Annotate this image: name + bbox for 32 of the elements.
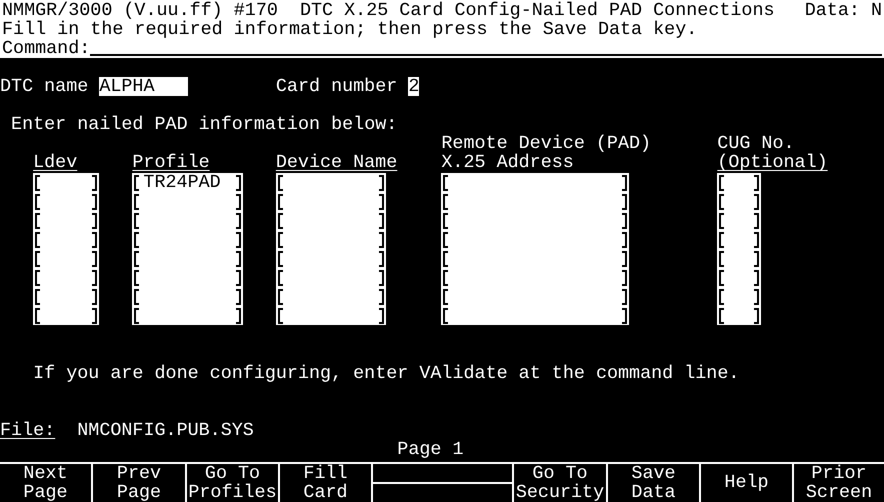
column-heading: Remote Device (PAD) [441, 134, 652, 154]
instruction-note: If you are done configuring, enter VAlidate at the command line. [33, 364, 740, 383]
status-message: Fill in the required information; then press the Save Data key. [2, 20, 698, 39]
screen-title: NMMGR/3000 (V.uu.ff) #170 DTC X.25 Card Config-Nailed PAD Connections [2, 1, 775, 20]
dtc-name-label: DTC name [0, 77, 88, 96]
file-label: File: [0, 420, 56, 440]
input-field[interactable] [441, 306, 629, 326]
column-heading: (Optional) [717, 153, 828, 173]
command-label: Command: [2, 39, 90, 58]
dtc-name-field[interactable]: ALPHA [99, 77, 188, 96]
function-key[interactable]: Go To Security [514, 464, 608, 502]
input-field[interactable] [717, 306, 762, 326]
column-heading: Device Name [276, 153, 398, 173]
function-key[interactable]: Go To Profiles [187, 464, 280, 502]
input-field[interactable] [132, 306, 243, 326]
column-heading: Ldev [33, 153, 78, 173]
input-field[interactable] [441, 172, 629, 192]
instructions-text: Enter nailed PAD information below: [11, 115, 398, 134]
input-field[interactable] [276, 306, 386, 326]
page-indicator: Page 1 [397, 440, 464, 459]
file-name: NMCONFIG.PUB.SYS [77, 420, 254, 440]
column-heading: X.25 Address [441, 153, 574, 173]
column-heading: CUG No. [717, 134, 795, 154]
input-field[interactable] [33, 306, 100, 326]
input-field[interactable] [717, 172, 762, 192]
column-heading: Profile [132, 153, 210, 173]
card-number-field[interactable]: 2 [408, 77, 420, 96]
input-field[interactable] [276, 172, 386, 192]
input-field[interactable]: TR24PAD [132, 172, 243, 192]
data-indicator: Data: N [804, 1, 882, 20]
input-field[interactable] [33, 172, 100, 192]
card-number-label: Card number [276, 77, 398, 96]
